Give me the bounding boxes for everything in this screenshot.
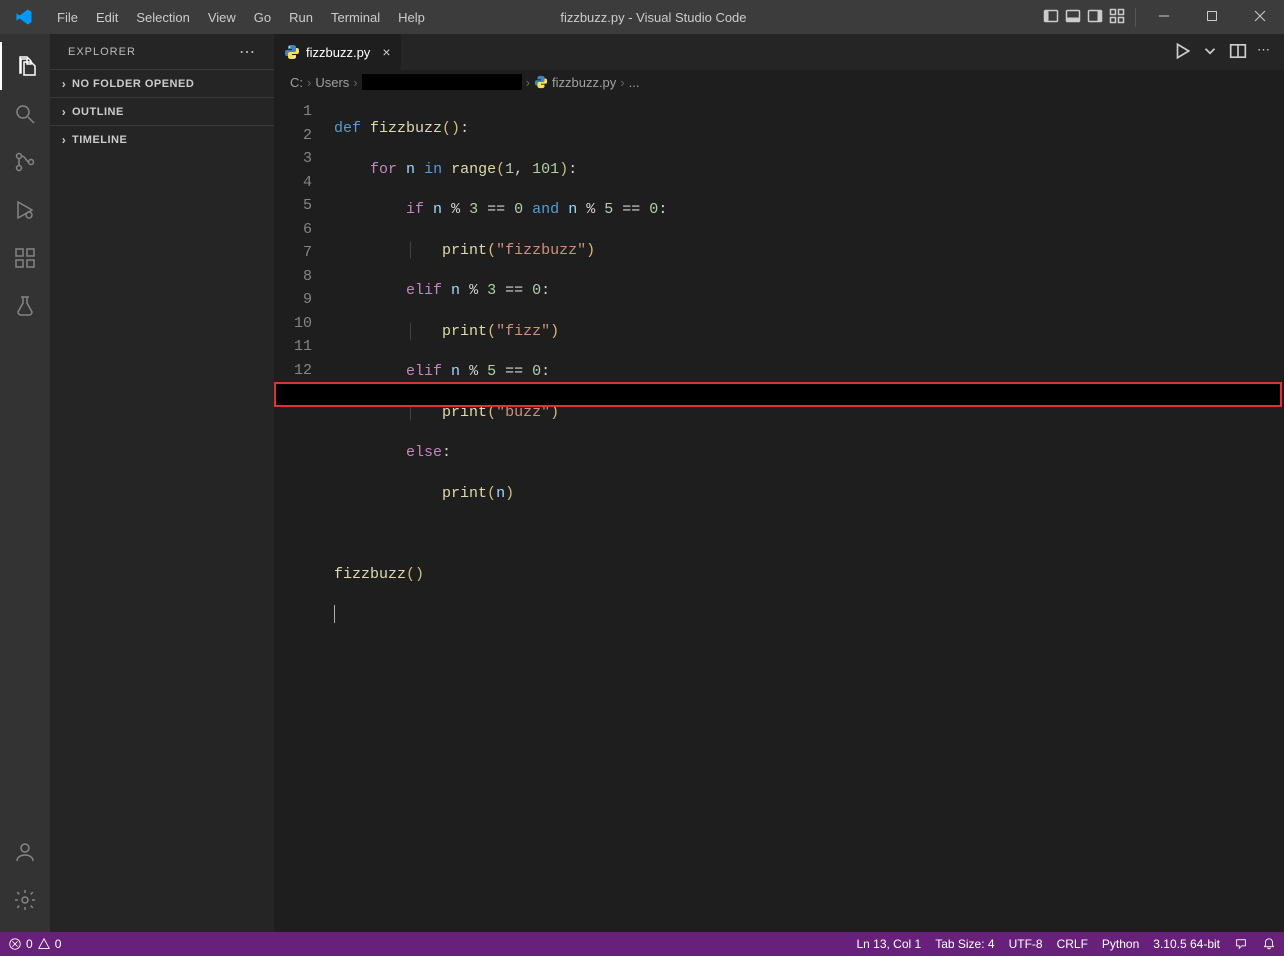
menu-run[interactable]: Run — [280, 2, 322, 33]
activity-settings-icon[interactable] — [0, 876, 50, 924]
breadcrumb-sep-icon: › — [307, 75, 311, 90]
activity-search-icon[interactable] — [0, 90, 50, 138]
status-python-version[interactable]: 3.10.5 64-bit — [1153, 937, 1220, 951]
chevron-right-icon: › — [56, 77, 72, 91]
text-cursor — [334, 605, 335, 623]
editor-more-icon[interactable]: ⋯ — [1257, 42, 1270, 63]
warning-icon — [37, 937, 51, 951]
app-menu: File Edit Selection View Go Run Terminal… — [48, 2, 434, 33]
status-language-mode[interactable]: Python — [1102, 937, 1139, 951]
python-file-icon — [284, 44, 300, 60]
toggle-panel-icon[interactable] — [1065, 8, 1081, 27]
line-number: 2 — [274, 124, 334, 148]
vscode-logo-icon — [0, 8, 48, 26]
customize-layout-icon[interactable] — [1109, 8, 1125, 27]
line-number: 11 — [274, 335, 334, 359]
line-number: 1 — [274, 100, 334, 124]
window-title: fizzbuzz.py - Visual Studio Code — [434, 10, 1033, 25]
split-editor-icon[interactable] — [1229, 42, 1247, 63]
chevron-right-icon: › — [56, 133, 72, 147]
line-number: 10 — [274, 312, 334, 336]
section-timeline[interactable]: › TIMELINE — [50, 125, 274, 153]
tab-label: fizzbuzz.py — [306, 45, 370, 60]
activity-extensions-icon[interactable] — [0, 234, 50, 282]
toggle-secondary-sidebar-icon[interactable] — [1087, 8, 1103, 27]
status-problems[interactable]: 0 0 — [8, 937, 61, 951]
activity-source-control-icon[interactable] — [0, 138, 50, 186]
section-label: NO FOLDER OPENED — [72, 78, 194, 90]
window-minimize-button[interactable] — [1140, 0, 1188, 35]
status-warning-count: 0 — [55, 937, 62, 951]
line-number: 4 — [274, 171, 334, 195]
breadcrumb-redacted — [362, 74, 522, 90]
tab-bar: fizzbuzz.py × ⋯ — [274, 34, 1284, 70]
breadcrumb-sep-icon: › — [620, 75, 624, 90]
breadcrumb-users[interactable]: Users — [315, 75, 349, 90]
window-close-button[interactable] — [1236, 0, 1284, 35]
error-icon — [8, 937, 22, 951]
editor-group: fizzbuzz.py × ⋯ C: › Users › › fizzbuzz.… — [274, 34, 1284, 932]
status-cursor-position[interactable]: Ln 13, Col 1 — [856, 937, 921, 951]
menu-view[interactable]: View — [199, 2, 245, 33]
line-number: 9 — [274, 288, 334, 312]
menu-help[interactable]: Help — [389, 2, 434, 33]
toggle-primary-sidebar-icon[interactable] — [1043, 8, 1059, 27]
titlebar: File Edit Selection View Go Run Terminal… — [0, 0, 1284, 34]
section-label: OUTLINE — [72, 106, 124, 118]
run-file-icon[interactable] — [1173, 42, 1191, 63]
activity-accounts-icon[interactable] — [0, 828, 50, 876]
tab-fizzbuzz[interactable]: fizzbuzz.py × — [274, 34, 402, 70]
sidebar-title-label: EXPLORER — [68, 46, 136, 58]
menu-go[interactable]: Go — [245, 2, 280, 33]
line-number: 13 — [274, 382, 334, 406]
layout-controls — [1033, 8, 1136, 27]
activity-run-debug-icon[interactable] — [0, 186, 50, 234]
status-bar: 0 0 Ln 13, Col 1 Tab Size: 4 UTF-8 CRLF … — [0, 932, 1284, 956]
menu-terminal[interactable]: Terminal — [322, 2, 389, 33]
section-outline[interactable]: › OUTLINE — [50, 97, 274, 125]
window-maximize-button[interactable] — [1188, 0, 1236, 35]
status-indentation[interactable]: Tab Size: 4 — [935, 937, 994, 951]
status-eol[interactable]: CRLF — [1057, 937, 1088, 951]
line-number: 3 — [274, 147, 334, 171]
status-notifications-icon[interactable] — [1262, 937, 1276, 951]
menu-file[interactable]: File — [48, 2, 87, 33]
sidebar-title: EXPLORER ⋯ — [50, 34, 274, 69]
explorer-sidebar: EXPLORER ⋯ › NO FOLDER OPENED › OUTLINE … — [50, 34, 274, 932]
code-content[interactable]: def fizzbuzz(): for n in range(1, 101): … — [334, 94, 1284, 932]
tab-close-icon[interactable]: × — [376, 44, 390, 60]
status-feedback-icon[interactable] — [1234, 937, 1248, 951]
status-encoding[interactable]: UTF-8 — [1009, 937, 1043, 951]
section-label: TIMELINE — [72, 134, 127, 146]
breadcrumb-file[interactable]: fizzbuzz.py — [552, 75, 616, 90]
line-number: 5 — [274, 194, 334, 218]
status-error-count: 0 — [26, 937, 33, 951]
activity-bar — [0, 34, 50, 932]
section-no-folder-opened[interactable]: › NO FOLDER OPENED — [50, 69, 274, 97]
breadcrumb-sep-icon: › — [526, 75, 530, 90]
activity-explorer-icon[interactable] — [0, 42, 50, 90]
python-file-icon — [534, 75, 548, 89]
menu-selection[interactable]: Selection — [127, 2, 198, 33]
sidebar-more-icon[interactable]: ⋯ — [239, 42, 256, 62]
breadcrumbs[interactable]: C: › Users › › fizzbuzz.py › ... — [274, 70, 1284, 94]
code-editor[interactable]: 1 2 3 4 5 6 7 8 9 10 11 12 13 def fizzbu… — [274, 94, 1284, 932]
breadcrumb-symbols[interactable]: ... — [629, 75, 640, 90]
line-number: 8 — [274, 265, 334, 289]
activity-testing-icon[interactable] — [0, 282, 50, 330]
line-number: 7 — [274, 241, 334, 265]
chevron-right-icon: › — [56, 105, 72, 119]
run-dropdown-icon[interactable] — [1201, 42, 1219, 63]
menu-edit[interactable]: Edit — [87, 2, 127, 33]
breadcrumb-root[interactable]: C: — [290, 75, 303, 90]
editor-actions: ⋯ — [1159, 42, 1284, 63]
line-number: 6 — [274, 218, 334, 242]
line-number: 12 — [274, 359, 334, 383]
breadcrumb-sep-icon: › — [353, 75, 357, 90]
line-number-gutter: 1 2 3 4 5 6 7 8 9 10 11 12 13 — [274, 94, 334, 932]
